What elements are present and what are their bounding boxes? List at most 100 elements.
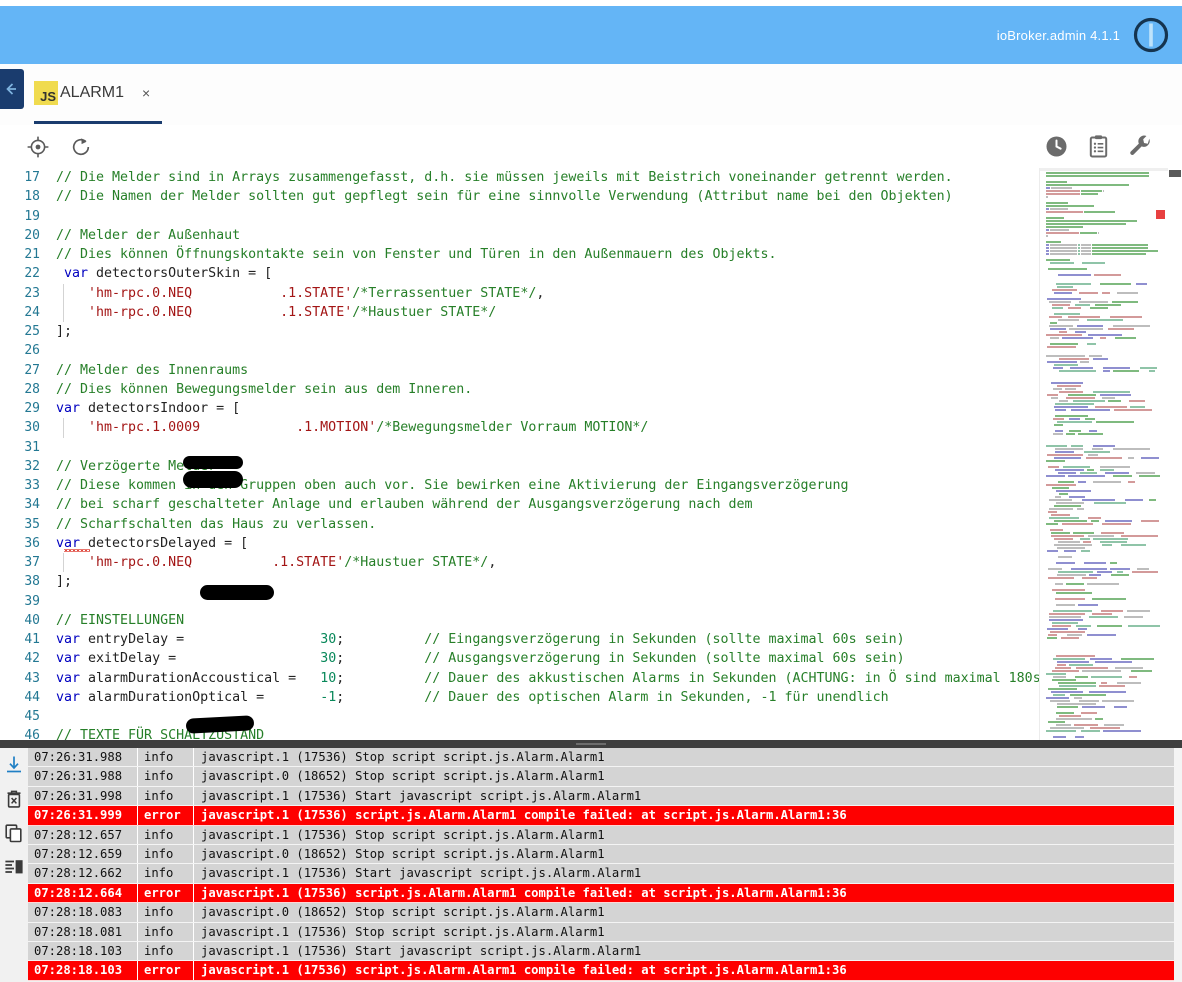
code-line[interactable]: 37 'hm-rpc.0.NEQ .1.STATE'/*Haustuer STA… [0, 553, 1040, 573]
code-line[interactable]: 21 // Dies können Öffnungskontakte sein v… [0, 245, 1040, 264]
copy-log-icon[interactable] [3, 822, 25, 844]
minimap-line [1069, 496, 1085, 498]
minimap-line [1093, 481, 1121, 483]
log-severity: info [138, 786, 194, 806]
log-severity: info [138, 941, 194, 961]
log-timestamp: 07:28:18.083 [28, 903, 138, 922]
minimap-line [1069, 430, 1081, 432]
minimap-error-marker[interactable] [1156, 210, 1165, 219]
log-row[interactable]: 07:26:31.988 info javascript.0 (18652) Sto… [28, 767, 1182, 787]
minimap-line [1046, 175, 1150, 177]
code-line[interactable]: 25]; [0, 322, 1040, 341]
minimap-line [1081, 250, 1092, 252]
code-text: var alarmDurationOptical = -1; // Dauer … [56, 688, 889, 707]
minimap-line [1071, 568, 1107, 570]
toggle-layout-icon[interactable] [3, 856, 25, 878]
log-rows-container[interactable]: 07:26:31.988 info javascript.1 (17536) Sto… [28, 748, 1182, 982]
minimap-line [1055, 409, 1066, 411]
code-line[interactable]: 26 [0, 341, 1040, 360]
minimap-line [1081, 253, 1092, 255]
log-row-error[interactable]: 07:26:31.999 error javascript.1 (17536) sc… [28, 806, 1182, 826]
clear-log-icon[interactable] [3, 788, 25, 810]
code-line[interactable]: 41 var entryDelay = 30; // Eingangsverzög… [0, 630, 1040, 649]
script-tab-alarm1[interactable]: JS ALARM1 × [34, 64, 163, 124]
code-line[interactable]: 38]; [0, 572, 1040, 591]
log-row[interactable]: 07:28:12.659 info javascript.0 (18652) Sto… [28, 844, 1182, 865]
log-row-error[interactable]: 07:28:12.664 error javascript.1 (17536) sc… [28, 883, 1182, 904]
tab-close-icon[interactable]: × [142, 86, 150, 100]
minimap-line [1047, 361, 1077, 363]
code-line[interactable]: 20 // Melder der Außenhaut [0, 226, 1040, 245]
code-line[interactable]: 22 var detectorsOuterSkin = [ [0, 264, 1040, 283]
log-row[interactable]: 07:26:31.998 info javascript.1 (17536) Sta… [28, 786, 1182, 807]
minimap-line [1046, 202, 1069, 204]
code-lines-container[interactable]: 17 // Die Melder sind in Arrays zusammeng… [0, 168, 1040, 744]
code-text: // Melder der Außenhaut [56, 226, 240, 245]
back-button[interactable] [0, 69, 24, 109]
wrench-settings-icon[interactable] [1128, 134, 1152, 158]
log-row[interactable]: 07:28:18.083 info javascript.0 (18652) Sto… [28, 903, 1182, 923]
code-line[interactable]: 39 [0, 592, 1040, 611]
line-number: 24 [24, 304, 40, 320]
log-row[interactable]: 07:26:31.988 info javascript.1 (17536) Sto… [28, 748, 1182, 768]
minimap-line [1089, 355, 1102, 357]
log-panel: 07:26:31.988 info javascript.1 (17536) Sto… [0, 748, 1182, 982]
editor-scrollbar-thumb[interactable] [1169, 170, 1181, 177]
code-line[interactable]: 18 // Die Namen der Melder sollten gut ge… [0, 187, 1040, 206]
code-line[interactable]: 32 // Verzögerte Melder [0, 457, 1040, 476]
log-row[interactable]: 07:28:12.662 info javascript.1 (17536) Sta… [28, 864, 1182, 884]
minimap-line [1058, 481, 1074, 483]
code-line[interactable]: 42 var exitDelay = 30; // Ausgangsverzöge… [0, 649, 1040, 668]
minimap-line [1102, 397, 1115, 399]
minimap-line [1086, 457, 1122, 459]
editor-minimap[interactable] [1039, 168, 1168, 744]
log-row-error[interactable]: 07:28:18.103 error javascript.1 (17536) sc… [28, 961, 1182, 981]
log-row[interactable]: 07:28:12.657 info javascript.1 (17536) Sto… [28, 825, 1182, 845]
minimap-line [1053, 418, 1064, 420]
code-line[interactable]: 17 // Die Melder sind in Arrays zusammeng… [0, 168, 1040, 187]
log-row[interactable]: 07:28:18.081 info javascript.1 (17536) Sto… [28, 922, 1182, 942]
minimap-line [1046, 196, 1048, 198]
minimap-line [1051, 535, 1084, 537]
code-line[interactable]: 40 // EINSTELLUNGEN [0, 611, 1040, 630]
clock-history-icon[interactable] [1044, 134, 1068, 158]
code-line[interactable]: 35 // Scharfschalten das Haus zu verlasse… [0, 515, 1040, 534]
minimap-line [1059, 358, 1089, 360]
minimap-line [1093, 391, 1130, 393]
minimap-line [1051, 397, 1058, 399]
code-line[interactable]: 45 [0, 707, 1040, 726]
code-line[interactable]: 28 // Dies können Bewegungsmelder sein au… [0, 380, 1040, 399]
line-number: 41 [24, 632, 40, 647]
minimap-line [1050, 631, 1085, 633]
minimap-line [1104, 724, 1124, 726]
code-line[interactable]: 30 'hm-rpc.1.0009 .1.MOTION'/*Bewegungsm… [0, 418, 1040, 438]
minimap-line [1054, 406, 1088, 408]
code-line[interactable]: 27 // Melder des Innenraums [0, 361, 1040, 380]
code-line[interactable]: 34 // bei scharf geschalteter Anlage und … [0, 495, 1040, 514]
minimap-line [1054, 505, 1081, 507]
minimap-slider[interactable] [1040, 168, 1168, 171]
code-line[interactable]: 24 'hm-rpc.0.NEQ .1.STATE'/*Haustuer STA… [0, 302, 1040, 322]
minimap-line [1077, 508, 1084, 510]
code-line[interactable]: 43 var alarmDurationAccoustical = 10; // … [0, 669, 1040, 688]
editor-log-splitter[interactable] [0, 740, 1182, 748]
code-editor[interactable]: 17 // Die Melder sind in Arrays zusammeng… [0, 168, 1182, 744]
clipboard-list-icon[interactable] [1086, 134, 1110, 158]
log-vertical-scrollbar[interactable] [1174, 748, 1182, 982]
code-line[interactable]: 23 'hm-rpc.0.NEQ .1.STATE'/*Terrassentue… [0, 283, 1040, 303]
editor-vertical-scrollbar[interactable] [1168, 168, 1182, 744]
code-line[interactable]: 31 [0, 438, 1040, 457]
minimap-line [1100, 466, 1130, 468]
code-line[interactable]: 19 [0, 207, 1040, 226]
log-timestamp: 07:28:18.103 [28, 941, 138, 961]
code-line[interactable]: 29 var detectorsIndoor = [ [0, 399, 1040, 418]
minimap-line [1102, 523, 1131, 525]
line-number: 20 [24, 227, 40, 243]
code-line[interactable]: 44 var alarmDurationOptical = -1; // Daue… [0, 688, 1040, 707]
code-line[interactable]: 36 var detectorsDelayed = [ [0, 534, 1040, 553]
code-line[interactable]: 33 // Diese kommen in den Gruppen oben au… [0, 476, 1040, 495]
crosshair-locate-icon[interactable] [26, 135, 50, 159]
download-log-icon[interactable] [3, 754, 25, 776]
reload-icon[interactable] [69, 135, 93, 159]
log-row[interactable]: 07:28:18.103 info javascript.1 (17536) Sta… [28, 941, 1182, 962]
